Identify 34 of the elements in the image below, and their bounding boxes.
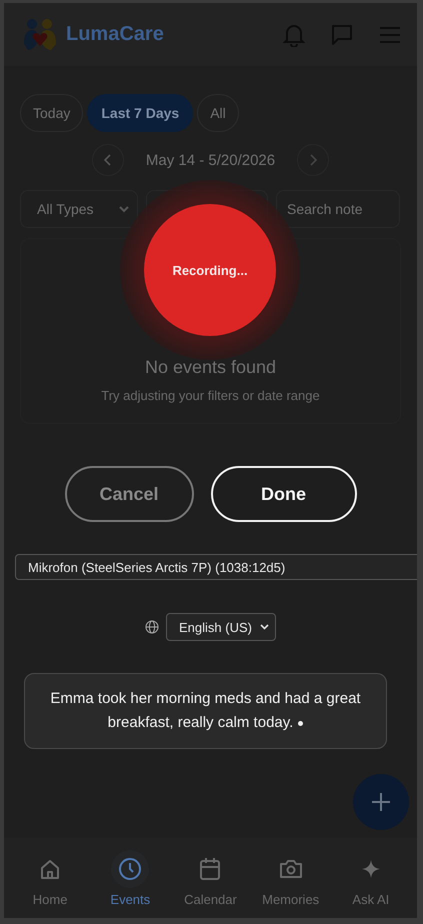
caret-icon bbox=[260, 624, 269, 630]
microphone-dropdown[interactable]: Mikrofon (SteelSeries Arctis 7P) (1038:12d5) bbox=[15, 554, 417, 580]
nav-tab[interactable]: Memories bbox=[252, 848, 330, 908]
nav-tab[interactable]: Ask AI bbox=[332, 848, 410, 908]
notification-bell-icon[interactable] bbox=[283, 22, 305, 46]
camera-icon bbox=[278, 858, 303, 878]
logo-icon bbox=[22, 18, 58, 52]
type-filter-dropdown[interactable]: All Types bbox=[20, 190, 138, 228]
globe-icon bbox=[145, 620, 160, 634]
range-tab[interactable]: Last 7 Days bbox=[87, 94, 194, 132]
range-tab[interactable]: Today bbox=[20, 94, 84, 132]
previous-button[interactable] bbox=[92, 144, 124, 176]
search-field[interactable]: Search note bbox=[276, 190, 400, 228]
nav-tab[interactable]: Home bbox=[11, 848, 90, 908]
nav-tab[interactable]: Calendar bbox=[171, 848, 250, 908]
nav-tab[interactable]: Events bbox=[91, 848, 170, 908]
date-range-label: May 14 - 5/20/2026 bbox=[146, 152, 276, 168]
caret-icon bbox=[119, 206, 129, 212]
next-button[interactable] bbox=[297, 144, 330, 176]
plus-icon bbox=[370, 791, 392, 813]
chevron-left-icon bbox=[104, 154, 112, 166]
cancel-button[interactable]: Cancel bbox=[64, 466, 194, 522]
home-icon bbox=[39, 858, 62, 880]
chevron-right-icon bbox=[309, 154, 318, 166]
clock-icon bbox=[118, 856, 142, 880]
calendar-icon bbox=[199, 856, 222, 880]
empty-state-title: No events found bbox=[144, 357, 276, 378]
sparkle-icon bbox=[362, 860, 380, 878]
empty-state-hint: Try adjusting your filters or date range bbox=[101, 388, 320, 403]
transcript-text: Emma took her morning meds and had a great breakfast, really calm today. bbox=[49, 689, 362, 733]
range-tab[interactable]: All bbox=[197, 94, 239, 132]
app-name: LumaCare bbox=[66, 23, 164, 46]
done-button[interactable]: Done bbox=[210, 466, 356, 522]
language-dropdown[interactable]: English (US) bbox=[166, 613, 276, 641]
